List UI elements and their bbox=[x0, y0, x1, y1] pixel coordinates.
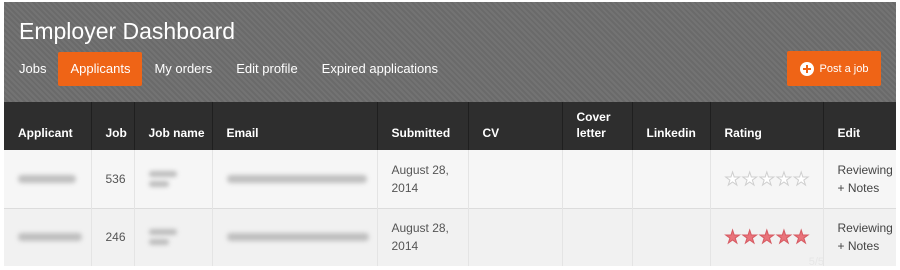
star-icon[interactable]: ★ bbox=[793, 228, 810, 247]
cv-cell bbox=[468, 208, 563, 266]
star-icon[interactable]: ★ bbox=[724, 228, 741, 247]
table-header-row: Applicant Job Job name Email Submitted C… bbox=[4, 102, 896, 150]
redacted-text bbox=[148, 180, 169, 187]
nav-expired-applications[interactable]: Expired applications bbox=[310, 52, 450, 86]
submitted-date-line1: August 28, bbox=[391, 221, 449, 235]
job-id: 246 bbox=[91, 208, 135, 266]
star-icon[interactable]: ★ bbox=[741, 228, 758, 247]
col-job[interactable]: Job bbox=[91, 102, 135, 150]
nav-jobs[interactable]: Jobs bbox=[7, 52, 58, 86]
col-cv[interactable]: CV bbox=[468, 102, 563, 150]
col-cover-letter-label: Cover letter bbox=[576, 110, 611, 140]
star-icon[interactable]: ★ bbox=[775, 228, 792, 247]
star-icon[interactable]: ★ bbox=[758, 169, 775, 188]
nav-applicants[interactable]: Applicants bbox=[58, 52, 143, 86]
applicant-name-redacted[interactable] bbox=[4, 150, 92, 208]
dashboard-nav: Jobs Applicants My orders Edit profile E… bbox=[7, 52, 450, 86]
page-title: Employer Dashboard bbox=[19, 18, 236, 44]
nav-edit-profile[interactable]: Edit profile bbox=[224, 52, 309, 86]
col-cover-letter[interactable]: Cover letter bbox=[562, 102, 633, 150]
edit-cell: Reviewing + Notes bbox=[823, 208, 896, 266]
redacted-text bbox=[18, 174, 76, 183]
cover-letter-cell bbox=[562, 208, 633, 266]
plus-circle-icon bbox=[799, 61, 814, 76]
linkedin-cell bbox=[632, 208, 711, 266]
rating-cell: ★ ★ ★ ★ ★ bbox=[710, 208, 824, 266]
col-job-name[interactable]: Job name bbox=[134, 102, 213, 150]
add-notes-link[interactable]: + Notes bbox=[838, 179, 897, 197]
submitted-date: August 28, 2014 bbox=[377, 208, 469, 266]
status-reviewing-link[interactable]: Reviewing bbox=[838, 219, 897, 237]
table-row[interactable]: 536 August 28, 2014 ★ ★ ★ ★ ★ Reviewing … bbox=[4, 150, 896, 208]
linkedin-cell bbox=[632, 150, 711, 208]
job-name-redacted bbox=[134, 150, 213, 208]
star-icon[interactable]: ★ bbox=[758, 228, 775, 247]
job-id: 536 bbox=[91, 150, 135, 208]
cover-letter-cell bbox=[562, 150, 633, 208]
redacted-text bbox=[18, 233, 82, 241]
redacted-text bbox=[226, 174, 367, 183]
redacted-text bbox=[148, 170, 177, 177]
col-email[interactable]: Email bbox=[212, 102, 378, 150]
redacted-text bbox=[148, 229, 177, 235]
add-notes-link[interactable]: + Notes bbox=[838, 237, 897, 255]
dashboard-header: Employer Dashboard Jobs Applicants My or… bbox=[4, 2, 896, 102]
table-row[interactable]: 246 August 28, 2014 ★ ★ ★ ★ ★ Reviewing … bbox=[4, 208, 896, 266]
col-linkedin[interactable]: Linkedin bbox=[632, 102, 711, 150]
applicant-name-redacted[interactable] bbox=[4, 208, 92, 266]
redacted-text bbox=[226, 233, 369, 241]
col-edit[interactable]: Edit bbox=[823, 102, 896, 150]
submitted-date-line2: 2014 bbox=[391, 239, 419, 253]
dashboard-frame: Employer Dashboard Jobs Applicants My or… bbox=[4, 2, 896, 266]
status-reviewing-link[interactable]: Reviewing bbox=[838, 161, 897, 179]
star-icon[interactable]: ★ bbox=[724, 169, 741, 188]
col-submitted[interactable]: Submitted bbox=[377, 102, 469, 150]
edit-cell: Reviewing + Notes bbox=[823, 150, 896, 208]
pager-indicator: 5/5 bbox=[808, 256, 824, 266]
redacted-text bbox=[148, 239, 169, 245]
rating-stars[interactable]: ★ ★ ★ ★ ★ bbox=[724, 169, 823, 188]
submitted-date: August 28, 2014 bbox=[377, 150, 469, 208]
email-redacted[interactable] bbox=[212, 208, 378, 266]
col-applicant[interactable]: Applicant bbox=[4, 102, 92, 150]
rating-stars[interactable]: ★ ★ ★ ★ ★ bbox=[724, 228, 823, 247]
star-icon[interactable]: ★ bbox=[793, 169, 810, 188]
nav-my-orders[interactable]: My orders bbox=[142, 52, 224, 86]
submitted-date-line1: August 28, bbox=[391, 162, 449, 177]
post-job-label: Post a job bbox=[819, 62, 869, 75]
job-name-redacted bbox=[134, 208, 213, 266]
applicants-table: Applicant Job Job name Email Submitted C… bbox=[4, 102, 896, 266]
rating-cell: ★ ★ ★ ★ ★ bbox=[710, 150, 824, 208]
star-icon[interactable]: ★ bbox=[775, 169, 792, 188]
submitted-date-line2: 2014 bbox=[391, 180, 419, 195]
post-job-button[interactable]: Post a job bbox=[787, 51, 881, 86]
email-redacted[interactable] bbox=[212, 150, 378, 208]
cv-cell bbox=[468, 150, 563, 208]
col-rating[interactable]: Rating bbox=[710, 102, 824, 150]
star-icon[interactable]: ★ bbox=[741, 169, 758, 188]
